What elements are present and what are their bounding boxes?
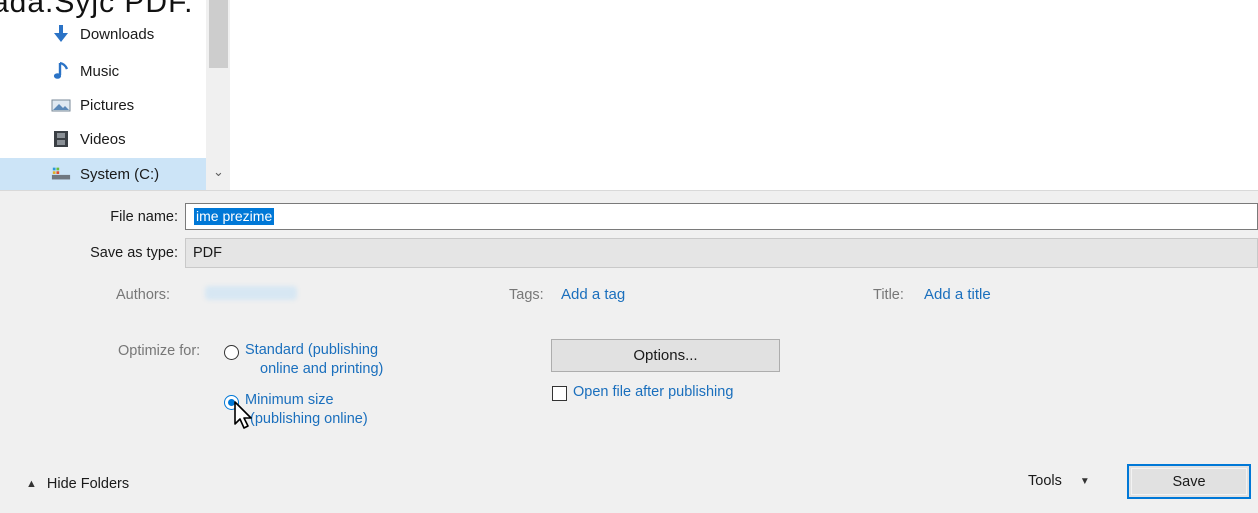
- radio-standard[interactable]: [224, 345, 239, 360]
- authors-label: Authors:: [116, 287, 170, 303]
- nav-item-label: Videos: [80, 130, 126, 148]
- save-type-value[interactable]: PDF: [193, 245, 222, 261]
- scroll-down-chevron-icon[interactable]: ⌄: [213, 164, 224, 180]
- download-arrow-icon: [51, 24, 71, 44]
- save-button[interactable]: Save: [1127, 464, 1251, 499]
- nav-item-downloads[interactable]: Downloads: [34, 18, 206, 50]
- radio-standard-label[interactable]: Standard (publishing online and printing…: [245, 341, 383, 379]
- add-title-link[interactable]: Add a title: [924, 286, 991, 303]
- save-type-select[interactable]: [185, 238, 1258, 268]
- radio-standard-line1: Standard (publishing: [245, 342, 379, 358]
- radio-minimum-line2: (publishing online): [250, 411, 368, 427]
- nav-item-pictures[interactable]: Pictures: [34, 89, 206, 121]
- tools-label: Tools: [1028, 473, 1062, 489]
- nav-item-system-c[interactable]: System (C:): [0, 158, 206, 190]
- add-tag-link[interactable]: Add a tag: [561, 286, 625, 303]
- window-title-fragment: ada.Syjc PDF.: [0, 0, 194, 19]
- tags-label: Tags:: [509, 287, 544, 303]
- radio-standard-line2: online and printing): [260, 361, 384, 377]
- nav-item-label: Downloads: [80, 25, 155, 43]
- nav-item-videos[interactable]: Videos: [34, 123, 206, 155]
- nav-item-music[interactable]: Music: [34, 55, 206, 87]
- nav-item-label: Pictures: [80, 96, 135, 114]
- open-after-publishing-label[interactable]: Open file after publishing: [573, 384, 733, 400]
- file-name-value[interactable]: ime prezime: [194, 208, 275, 225]
- chevron-up-icon: ▲: [26, 478, 37, 490]
- pictures-icon: [51, 95, 71, 115]
- dropdown-caret-icon: ▼: [1079, 475, 1090, 487]
- radio-minimum-label[interactable]: Minimum size (publishing online): [240, 391, 368, 429]
- drive-icon: [51, 164, 71, 184]
- file-name-label: File name:: [110, 209, 178, 225]
- tools-dropdown[interactable]: Tools ▼: [1028, 473, 1090, 489]
- hide-folders-label: Hide Folders: [46, 476, 130, 492]
- radio-minimum-line1: Minimum size: [245, 392, 334, 408]
- options-button[interactable]: Options...: [551, 339, 780, 372]
- optimize-label: Optimize for:: [118, 343, 201, 359]
- file-name-input[interactable]: [185, 203, 1258, 230]
- film-icon: [51, 129, 71, 149]
- open-after-publishing-checkbox[interactable]: [552, 386, 567, 401]
- nav-item-label: Music: [80, 62, 120, 80]
- hide-folders-button[interactable]: ▲ Hide Folders: [26, 476, 129, 492]
- nav-item-label: System (C:): [80, 165, 160, 183]
- mouse-pointer-icon: [234, 401, 252, 429]
- authors-value-redacted[interactable]: [205, 286, 297, 300]
- music-note-icon: [51, 61, 71, 81]
- save-label: Save: [1172, 473, 1206, 490]
- tree-scrollbar-thumb[interactable]: [209, 0, 228, 68]
- title-label: Title:: [873, 287, 904, 303]
- save-type-label: Save as type:: [90, 245, 178, 261]
